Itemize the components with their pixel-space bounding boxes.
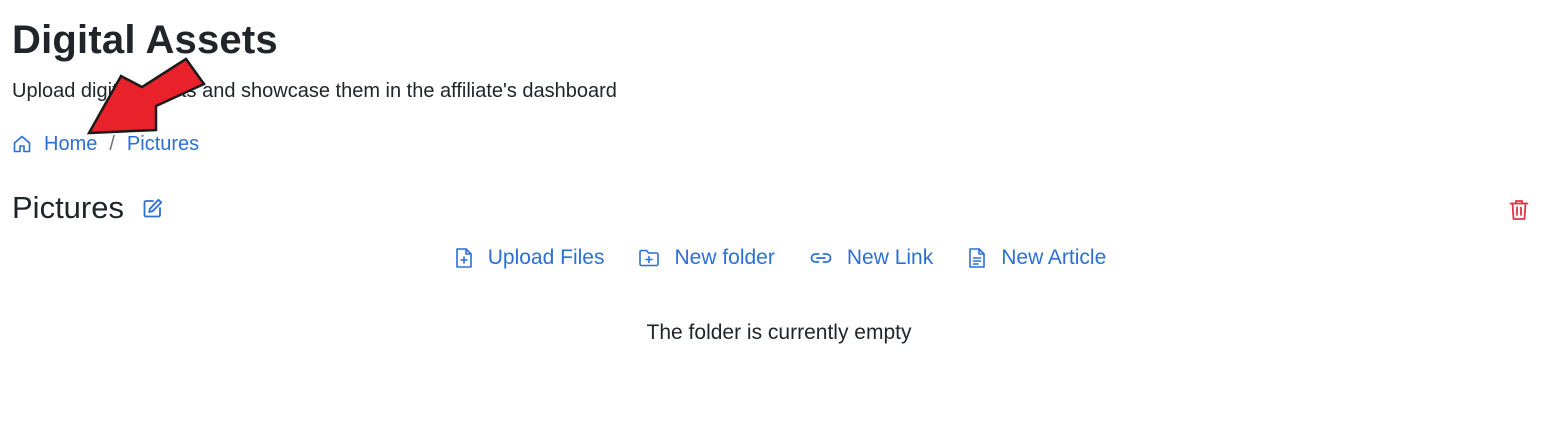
new-link-button[interactable]: New Link — [809, 244, 933, 272]
breadcrumb-separator: / — [109, 133, 115, 155]
new-link-label: New Link — [846, 246, 934, 269]
folder-title: Pictures — [12, 190, 124, 225]
edit-icon — [142, 197, 164, 219]
new-article-button[interactable]: New Article — [967, 244, 1106, 272]
breadcrumb: Home / Pictures — [12, 131, 199, 157]
file-text-icon — [967, 247, 987, 269]
page-subtitle: Upload digital assets and showcase them … — [12, 80, 617, 102]
link-icon — [809, 248, 833, 268]
empty-folder-message: The folder is currently empty — [646, 321, 912, 344]
file-plus-icon — [454, 247, 474, 269]
upload-files-label: Upload Files — [487, 246, 605, 269]
new-folder-button[interactable]: New folder — [638, 244, 775, 272]
trash-icon — [1508, 198, 1530, 222]
upload-files-button[interactable]: Upload Files — [454, 244, 605, 272]
breadcrumb-pictures-link[interactable]: Pictures — [127, 131, 199, 157]
breadcrumb-home-label: Home — [44, 133, 98, 155]
folder-header: Pictures — [12, 188, 164, 228]
home-icon — [12, 134, 32, 154]
folder-plus-icon — [638, 248, 660, 268]
delete-folder-button[interactable] — [1508, 198, 1530, 222]
breadcrumb-home-link[interactable]: Home — [12, 131, 97, 157]
new-article-label: New Article — [1001, 246, 1107, 269]
edit-folder-button[interactable] — [142, 197, 164, 219]
new-folder-label: New folder — [674, 246, 775, 269]
folder-actions: Upload Files New folder New Link New Art… — [0, 244, 1558, 272]
page-title: Digital Assets — [12, 18, 278, 62]
